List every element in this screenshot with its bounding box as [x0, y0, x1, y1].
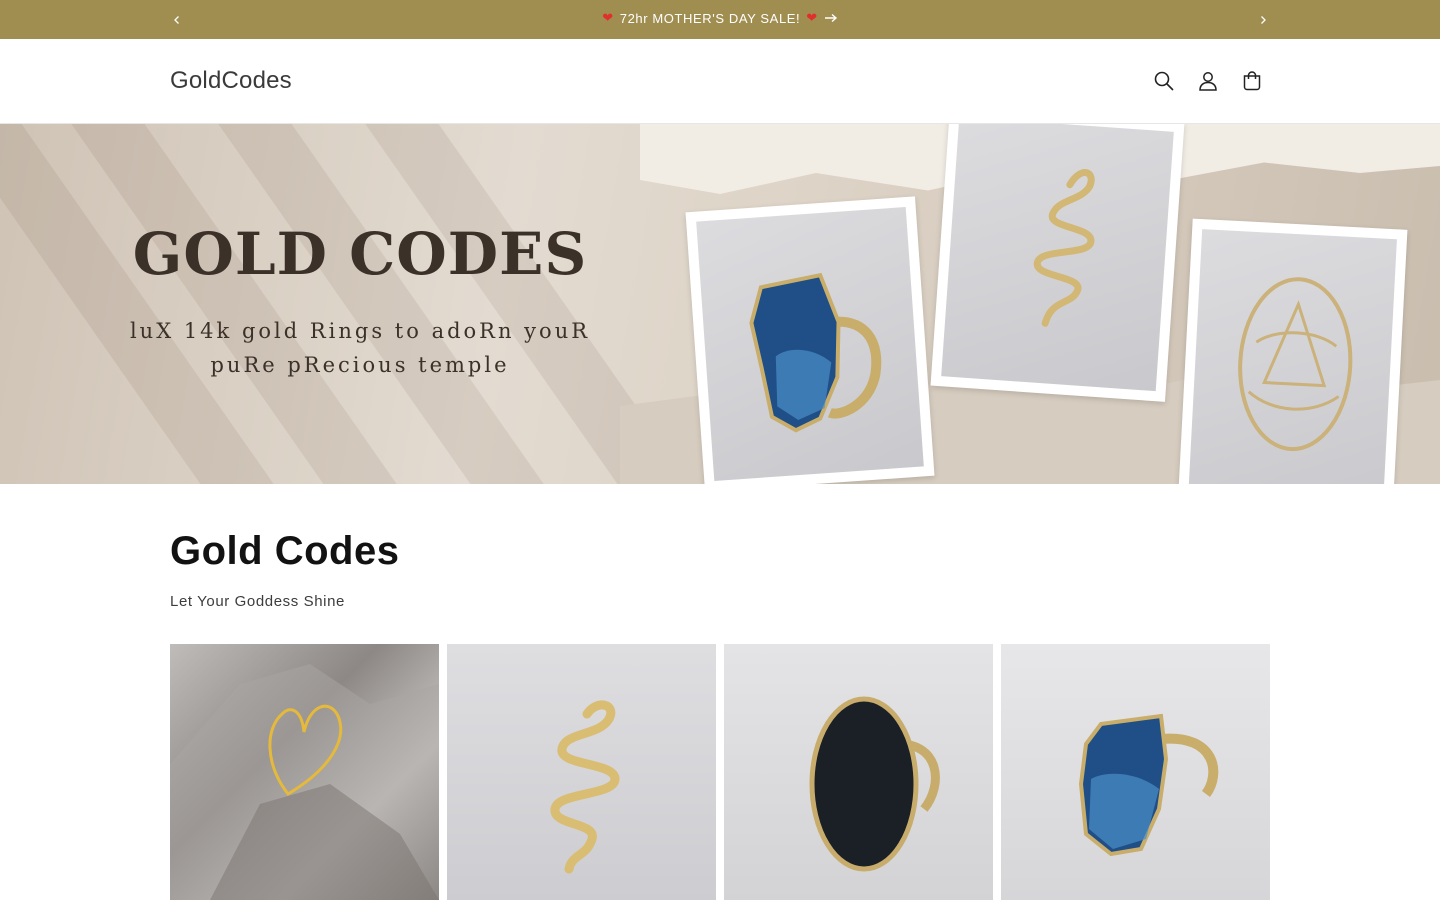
product-card-snake-ring[interactable]: [447, 644, 716, 900]
account-button[interactable]: [1191, 64, 1225, 98]
blue-stone-ring-image: [1078, 713, 1219, 857]
hero-photo-lotus-ring: [1177, 218, 1408, 484]
hero-subtitle-line1: luX 14k gold Rings to adoRn youR: [129, 319, 591, 343]
announcement-link[interactable]: ❤ 72hr MOTHER'S DAY SALE! ❤: [602, 10, 838, 26]
announcement-next-button[interactable]: [1251, 0, 1275, 39]
search-button[interactable]: [1147, 64, 1181, 98]
cart-icon: [1243, 71, 1261, 91]
chevron-right-icon: [1261, 15, 1266, 24]
snake-ring-image: [550, 700, 620, 874]
product-card-blue-stone-ring[interactable]: [1001, 644, 1270, 900]
site-header: GoldCodes: [0, 39, 1440, 124]
black-druzy-ring-image: [809, 696, 940, 872]
search-icon: [1154, 71, 1174, 91]
announcement-bar: ❤ 72hr MOTHER'S DAY SALE! ❤: [0, 0, 1440, 39]
collection-title: Gold Codes: [170, 529, 400, 573]
hero-title: GOLD CODES: [132, 220, 588, 288]
snake-ring-image: [1033, 169, 1095, 327]
hero-photo-blue-stone-ring: [685, 196, 935, 484]
site-logo[interactable]: GoldCodes: [170, 67, 292, 95]
hero-banner: GOLD CODES luX 14k gold Rings to adoRn y…: [0, 124, 1440, 484]
hero-photo-snake-ring: [930, 124, 1185, 402]
product-card-black-druzy-ring[interactable]: [724, 644, 993, 900]
arrow-right-icon: [824, 13, 837, 23]
heart-icon: ❤: [806, 10, 818, 25]
lotus-ring-image: [1238, 277, 1353, 452]
account-icon: [1199, 72, 1217, 91]
blue-stone-ring-image: [749, 272, 882, 433]
product-card-heart-ring[interactable]: [170, 644, 439, 900]
heart-ring-image: [170, 664, 439, 900]
cart-button[interactable]: [1235, 64, 1269, 98]
hero-subtitle: luX 14k gold Rings to adoRn youR puRe pR…: [110, 314, 610, 382]
collection-subtitle: Let Your Goddess Shine: [170, 593, 345, 610]
heart-icon: ❤: [602, 10, 614, 25]
announcement-text: 72hr MOTHER'S DAY SALE!: [619, 10, 801, 26]
hero-subtitle-line2: puRe pRecious temple: [210, 353, 510, 377]
